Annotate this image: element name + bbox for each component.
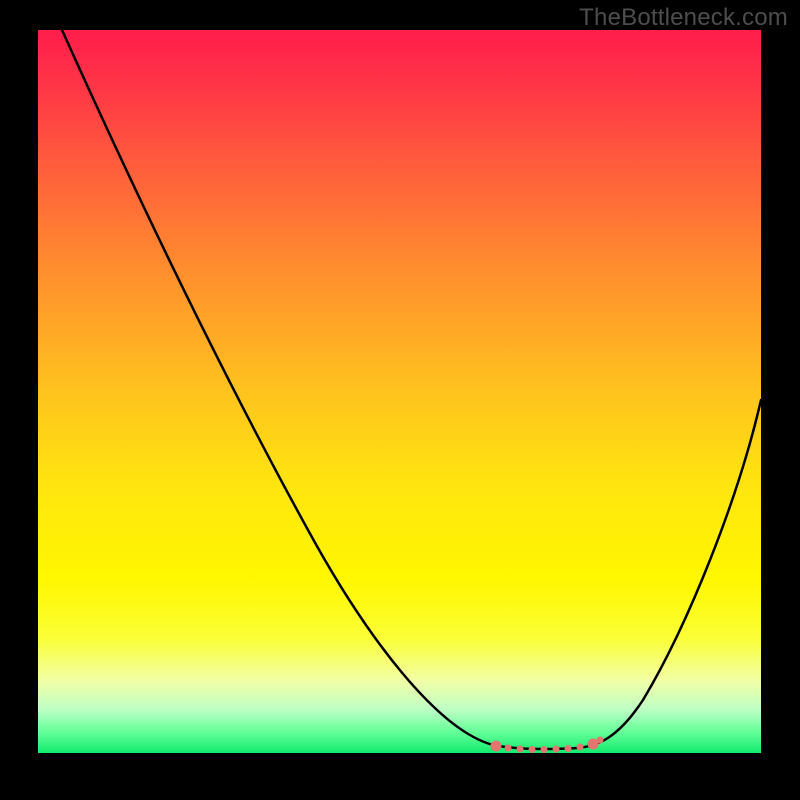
band-dot	[577, 744, 584, 751]
band-dot	[597, 737, 604, 744]
bottleneck-curve-path	[62, 30, 761, 749]
band-dot	[505, 745, 512, 752]
curve-svg	[38, 30, 761, 753]
band-dot	[565, 745, 572, 752]
optimal-band	[491, 737, 604, 754]
watermark-label: TheBottleneck.com	[579, 4, 788, 32]
band-dot	[517, 746, 524, 753]
band-dot	[541, 746, 548, 753]
plot-area	[38, 30, 761, 753]
chart-frame: TheBottleneck.com	[0, 0, 800, 800]
band-endpoint-dot	[491, 741, 502, 752]
band-dot	[529, 746, 536, 753]
band-dot	[553, 746, 560, 753]
